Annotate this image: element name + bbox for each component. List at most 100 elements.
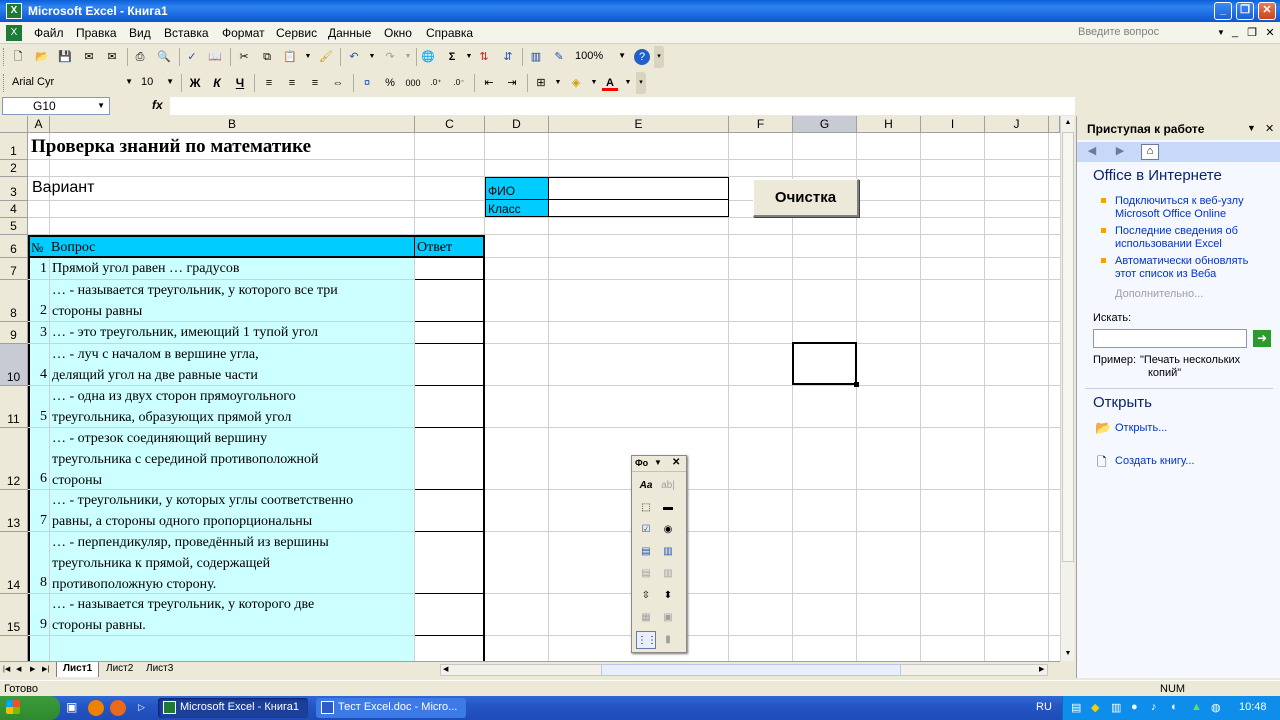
question-number[interactable]: 10 [28, 636, 49, 661]
worksheet-grid[interactable]: A B C D E F G H I J 1 2 3 4 5 6 7 8 9 10… [0, 116, 1060, 661]
tray-app-icon[interactable]: ● [1131, 701, 1138, 713]
class-input[interactable] [548, 200, 729, 217]
currency-icon[interactable]: ¤ [359, 75, 375, 91]
taskbar-word[interactable]: Тест Excel.doc - Micro... [316, 698, 466, 718]
row-header-2[interactable]: 2 [0, 160, 28, 177]
question-number[interactable]: 5 [28, 386, 49, 427]
last-sheet-icon[interactable]: ▶| [42, 665, 49, 673]
first-sheet-icon[interactable]: |◀ [3, 665, 10, 673]
scroll-up-icon[interactable]: ▲ [1062, 116, 1074, 130]
back-icon[interactable]: ◀ [1083, 144, 1101, 160]
menu-view[interactable]: Вид [129, 26, 151, 40]
new-document-icon[interactable]: 🗋 [10, 49, 26, 65]
show-desktop-icon[interactable]: ▣ [66, 700, 77, 714]
question-number[interactable]: 7 [28, 490, 49, 531]
excel-app-icon[interactable]: X [6, 3, 22, 19]
close-icon[interactable]: ✕ [1265, 122, 1274, 135]
document-icon[interactable]: X [6, 25, 22, 41]
column-header-j[interactable]: J [985, 116, 1049, 133]
combo-dropdown-edit-icon[interactable]: ▥ [658, 565, 678, 583]
link-latest-news[interactable]: Последние сведения об использовании Exce… [1115, 225, 1238, 251]
sheet-tab-2[interactable]: Лист2 [100, 662, 139, 677]
variant-label[interactable]: Вариант [32, 179, 232, 199]
toolbar-options-button[interactable]: ▾ [654, 46, 664, 68]
row-header-3[interactable]: 3 [0, 177, 28, 201]
answer-cell[interactable] [415, 322, 484, 344]
toggle-grid-icon[interactable]: ⋮⋮ [636, 631, 657, 649]
question-cell[interactable]: … - называется треугольник, у которого в… [50, 280, 414, 321]
font-size-select[interactable]: 10 ▼ [138, 74, 176, 92]
row-header-11[interactable]: 11 [0, 386, 28, 428]
question-cell[interactable]: … - это треугольник, имеющий 1 тупой уго… [50, 322, 414, 343]
name-box[interactable]: G10 ▼ [2, 97, 110, 115]
link-connect-office-online[interactable]: Подключиться к веб-узлу Microsoft Office… [1115, 195, 1244, 221]
drawing-icon[interactable]: ✎ [551, 49, 567, 65]
close-icon[interactable]: ✕ [672, 457, 680, 468]
fill-handle[interactable] [854, 382, 859, 387]
menu-insert[interactable]: Вставка [164, 26, 209, 40]
row-header-8[interactable]: 8 [0, 280, 28, 322]
increase-decimal-icon[interactable]: .0⁺ [428, 75, 444, 91]
email-icon[interactable]: ✉ [104, 49, 120, 65]
menu-help[interactable]: Справка [426, 26, 473, 40]
forms-toolbar-title[interactable]: Фо ▼ ✕ [632, 456, 686, 472]
copy-icon[interactable]: ⧉ [259, 49, 275, 65]
help-icon[interactable]: ? [634, 49, 650, 65]
language-indicator[interactable]: RU [1036, 701, 1052, 713]
select-all-corner[interactable] [0, 116, 28, 133]
vertical-scrollbar[interactable]: ▲ ▼ [1060, 116, 1074, 661]
doc-minimize-button[interactable]: _ [1228, 26, 1242, 38]
next-sheet-icon[interactable]: ▶ [30, 665, 35, 673]
cut-icon[interactable]: ✂ [236, 49, 252, 65]
row-header-7[interactable]: 7 [0, 258, 28, 280]
paste-icon[interactable]: 📋 [282, 49, 298, 65]
search-go-icon[interactable]: ➜ [1253, 330, 1271, 347]
bold-button[interactable]: Ж [187, 75, 203, 91]
row-header-15[interactable]: 15 [0, 594, 28, 636]
row-header-6[interactable]: 6 [0, 235, 28, 258]
answer-cell[interactable] [415, 594, 484, 636]
sort-descending-icon[interactable]: ⇵ [500, 49, 516, 65]
scroll-down-icon[interactable]: ▼ [1062, 647, 1074, 661]
insert-function-button[interactable]: fx [152, 98, 163, 112]
answer-cell[interactable] [415, 428, 484, 490]
italic-button[interactable]: К [209, 75, 225, 91]
fill-color-icon[interactable]: ◈ [568, 75, 584, 91]
tray-app-icon[interactable]: ▥ [1111, 701, 1121, 714]
row-header-9[interactable]: 9 [0, 322, 28, 344]
start-button[interactable] [0, 696, 60, 720]
tray-app-icon[interactable]: ▲ [1191, 701, 1202, 713]
menu-edit[interactable]: Правка [76, 26, 117, 40]
control-properties-icon[interactable]: ▦ [636, 609, 656, 627]
column-header-e[interactable]: E [549, 116, 729, 133]
answer-cell[interactable] [415, 532, 484, 594]
scroll-right-icon[interactable]: ▶ [1039, 665, 1044, 673]
decrease-indent-icon[interactable]: ⇤ [481, 75, 497, 91]
run-dialog-icon[interactable]: ▮ [658, 631, 678, 649]
row-header-1[interactable]: 1 [0, 133, 28, 160]
question-number[interactable]: 6 [28, 428, 49, 489]
doc-restore-button[interactable]: ❐ [1245, 26, 1259, 39]
row-header-14[interactable]: 14 [0, 532, 28, 594]
menu-window[interactable]: Окно [384, 26, 412, 40]
combo-list-edit-icon[interactable]: ▤ [636, 565, 656, 583]
chevron-down-icon[interactable]: ▼ [97, 101, 105, 110]
chevron-down-icon[interactable]: ▼ [461, 49, 477, 65]
doc-close-button[interactable]: ✕ [1263, 26, 1277, 39]
answer-cell[interactable] [415, 280, 484, 322]
align-right-icon[interactable]: ≡ [307, 75, 323, 91]
chevron-down-icon[interactable]: ▼ [400, 49, 416, 65]
edit-box-icon[interactable]: ab| [658, 477, 678, 495]
link-auto-update[interactable]: Автоматически обновлять этот список из В… [1115, 255, 1248, 281]
chevron-down-icon[interactable]: ▼ [620, 75, 636, 91]
search-input[interactable] [1093, 329, 1247, 348]
thousands-button[interactable]: 000 [405, 75, 421, 91]
align-center-icon[interactable]: ≡ [284, 75, 300, 91]
checkbox-control-icon[interactable]: ☑ [636, 521, 656, 539]
column-header-d[interactable]: D [485, 116, 549, 133]
row-header-13[interactable]: 13 [0, 490, 28, 532]
close-button[interactable]: ✕ [1258, 2, 1276, 20]
tray-app-icon[interactable]: ◐ [1171, 701, 1178, 713]
opera-icon[interactable] [88, 700, 104, 716]
open-folder-icon[interactable]: 📂 [34, 49, 50, 65]
